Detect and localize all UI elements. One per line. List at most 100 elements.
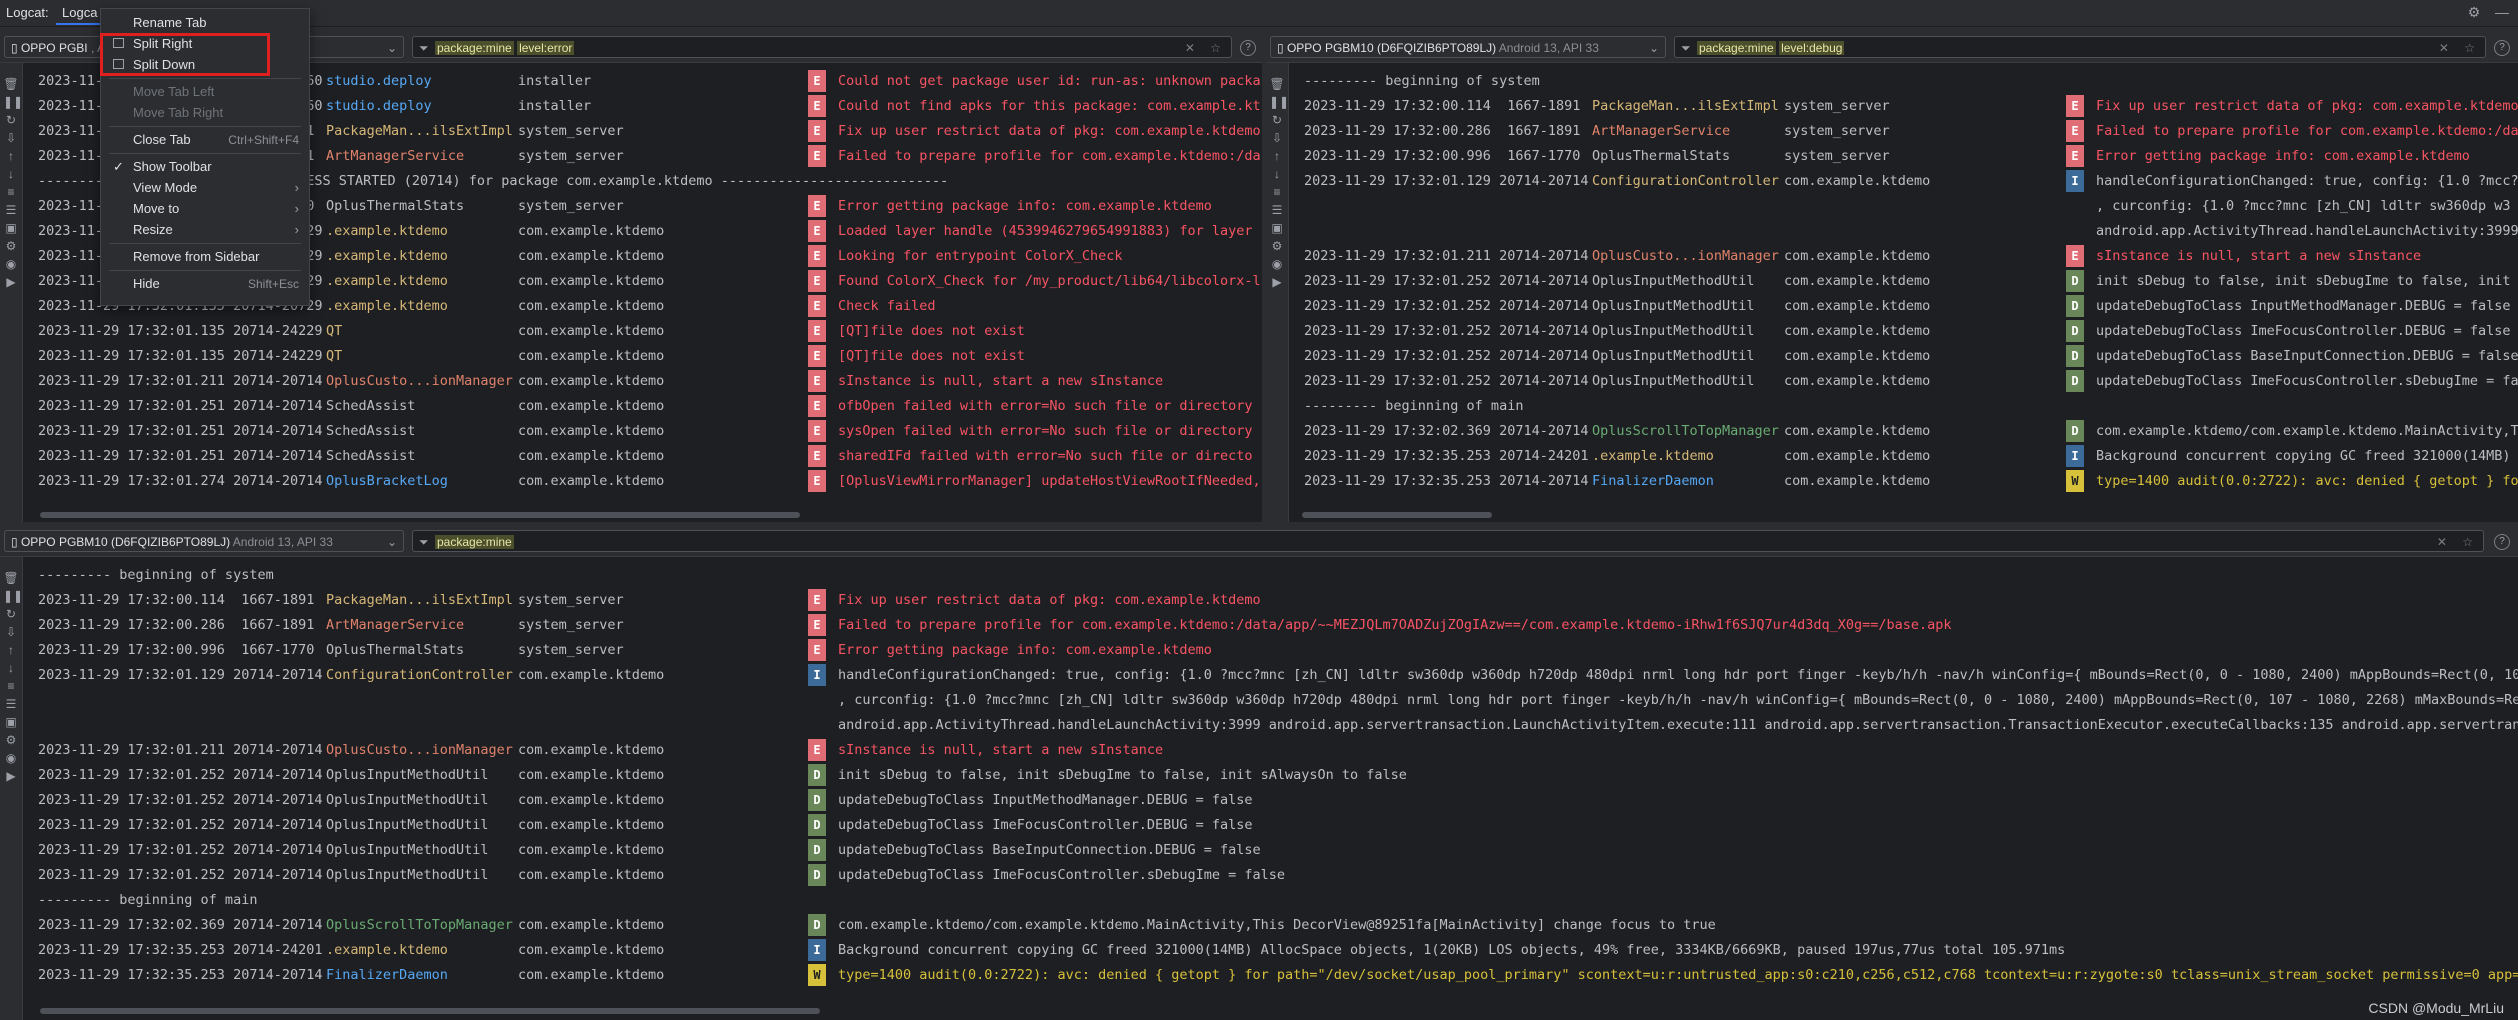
soft-wrap-icon[interactable]: ≡ — [3, 678, 19, 694]
filter-clear-star-icons[interactable]: ✕ ☆ — [2439, 37, 2481, 59]
log-row[interactable]: 2023-11-29 17:32:35.253 20714-20714 Final… — [22, 963, 2518, 988]
device-selector[interactable]: ▯ OPPO PGBM10 (D6FQIZIB6PTO89LJ) Android… — [4, 530, 404, 552]
filter-input[interactable]: ⏷ package:mine level:debug ✕ ☆ — [1674, 36, 2486, 58]
down-icon[interactable]: ↓ — [1269, 166, 1285, 182]
gear-icon[interactable]: ⚙ — [2466, 4, 2482, 20]
menu-item-resize[interactable]: Resize › — [101, 220, 309, 240]
log-list[interactable]: --------- beginning of system 2023-11-29 … — [1288, 63, 2518, 522]
menu-item-rename-tab[interactable]: Rename Tab — [101, 13, 309, 33]
split-icon[interactable]: ▣ — [3, 714, 19, 730]
menu-item-move-to[interactable]: Move to › — [101, 199, 309, 219]
format-icon[interactable]: ☰ — [1269, 202, 1285, 218]
log-row[interactable]: 2023-11-29 17:32:01.252 20714-20714 Oplus… — [22, 788, 2518, 813]
pause-icon[interactable]: ❚❚ — [1269, 94, 1289, 110]
log-list[interactable]: --------- beginning of system 2023-11-29 … — [22, 557, 2518, 1020]
log-row[interactable]: 2023-11-29 17:32:01.252 20714-20714 Oplus… — [1288, 294, 2518, 319]
split-icon[interactable]: ▣ — [3, 220, 19, 236]
down-icon[interactable]: ↓ — [3, 660, 19, 676]
log-row[interactable]: 2023-11-29 17:32:01.252 20714-20714 Oplus… — [22, 763, 2518, 788]
log-row[interactable]: 2023-11-29 17:32:01.135 20714-24229 QT com… — [22, 344, 1262, 369]
trash-icon[interactable]: 🗑 — [3, 76, 19, 92]
log-row[interactable]: 2023-11-29 17:32:01.252 20714-20714 Oplus… — [1288, 269, 2518, 294]
log-row[interactable]: 2023-11-29 17:32:01.129 20714-20714 Confi… — [1288, 169, 2518, 194]
filter-input[interactable]: ⏷ package:mine ✕ ☆ — [412, 530, 2484, 552]
logcat-tab[interactable]: Logca — [56, 2, 104, 25]
help-icon[interactable]: ? — [1240, 40, 1256, 56]
log-message: Error getting package info: com.example.… — [838, 642, 1212, 658]
log-tag: ArtManagerService — [1592, 123, 1731, 139]
device-selector[interactable]: ▯ OPPO PGBM10 (D6FQIZIB6PTO89LJ) Android… — [1270, 36, 1666, 58]
soft-wrap-icon[interactable]: ≡ — [1269, 184, 1285, 200]
log-row[interactable]: 2023-11-29 17:32:01.251 20714-20714 Sched… — [22, 419, 1262, 444]
menu-item-hide[interactable]: Hide Shift+Esc — [101, 274, 309, 294]
log-row[interactable]: 2023-11-29 17:32:01.274 20714-20714 Oplus… — [22, 469, 1262, 494]
settings-icon[interactable]: ⚙ — [1269, 238, 1285, 254]
log-row[interactable]: 2023-11-29 17:32:01.252 20714-20714 Oplus… — [1288, 319, 2518, 344]
log-row[interactable]: 2023-11-29 17:32:01.252 20714-20714 Oplus… — [1288, 369, 2518, 394]
log-row[interactable]: 2023-11-29 17:32:01.135 20714-24229 QT com… — [22, 319, 1262, 344]
menu-item-remove-from-sidebar[interactable]: Remove from Sidebar — [101, 247, 309, 267]
log-row[interactable]: 2023-11-29 17:32:35.253 20714-20714 Final… — [1288, 469, 2518, 494]
menu-item-view-mode[interactable]: View Mode › — [101, 178, 309, 198]
log-row[interactable]: 2023-11-29 17:32:01.251 20714-20714 Sched… — [22, 444, 1262, 469]
log-row[interactable]: 2023-11-29 17:32:01.252 20714-20714 Oplus… — [22, 838, 2518, 863]
up-icon[interactable]: ↑ — [3, 148, 19, 164]
filter-clear-star-icons[interactable]: ✕ ☆ — [2437, 531, 2479, 553]
record-icon[interactable]: ▶ — [3, 274, 19, 290]
restart-icon[interactable]: ↻ — [1269, 112, 1285, 128]
menu-item-close-tab[interactable]: Close Tab Ctrl+Shift+F4 — [101, 130, 309, 150]
menu-item-show-toolbar[interactable]: ✓ Show Toolbar — [101, 157, 309, 177]
log-row[interactable]: 2023-11-29 17:32:01.251 20714-20714 Sched… — [22, 394, 1262, 419]
split-icon[interactable]: ▣ — [1269, 220, 1285, 236]
log-row[interactable]: 2023-11-29 17:32:01.252 20714-20714 Oplus… — [22, 813, 2518, 838]
settings-icon[interactable]: ⚙ — [3, 238, 19, 254]
log-row[interactable]: 2023-11-29 17:32:01.252 20714-20714 Oplus… — [22, 863, 2518, 888]
help-icon[interactable]: ? — [2494, 534, 2510, 550]
log-row[interactable]: 2023-11-29 17:32:00.114 1667-1891 Package… — [1288, 94, 2518, 119]
log-message: Error getting package info: com.example.… — [2096, 148, 2470, 164]
trash-icon[interactable]: 🗑 — [3, 570, 19, 586]
log-timestamp: 2023-11-29 17:32:02.369 20714-20714 — [38, 917, 323, 933]
settings-icon[interactable]: ⚙ — [3, 732, 19, 748]
log-row[interactable]: 2023-11-29 17:32:00.286 1667-1891 ArtMana… — [1288, 119, 2518, 144]
log-row[interactable]: 2023-11-29 17:32:35.253 20714-24201 .exam… — [22, 938, 2518, 963]
format-icon[interactable]: ☰ — [3, 696, 19, 712]
up-icon[interactable]: ↑ — [3, 642, 19, 658]
log-row[interactable]: 2023-11-29 17:32:35.253 20714-24201 .exam… — [1288, 444, 2518, 469]
record-icon[interactable]: ▶ — [3, 768, 19, 784]
record-icon[interactable]: ▶ — [1269, 274, 1285, 290]
scroll-to-end-icon[interactable]: ⇩ — [3, 130, 19, 146]
help-icon[interactable]: ? — [2494, 40, 2510, 56]
up-icon[interactable]: ↑ — [1269, 148, 1285, 164]
horizontal-scrollbar[interactable] — [1302, 512, 1492, 518]
pause-icon[interactable]: ❚❚ — [3, 94, 23, 110]
trash-icon[interactable]: 🗑 — [1269, 76, 1285, 92]
soft-wrap-icon[interactable]: ≡ — [3, 184, 19, 200]
log-row[interactable]: 2023-11-29 17:32:00.996 1667-1770 OplusTh… — [22, 638, 2518, 663]
scroll-to-end-icon[interactable]: ⇩ — [1269, 130, 1285, 146]
filter-clear-star-icons[interactable]: ✕ ☆ — [1185, 37, 1227, 59]
scroll-to-end-icon[interactable]: ⇩ — [3, 624, 19, 640]
down-icon[interactable]: ↓ — [3, 166, 19, 182]
log-row[interactable]: 2023-11-29 17:32:01.252 20714-20714 Oplus… — [1288, 344, 2518, 369]
horizontal-scrollbar[interactable] — [40, 1008, 820, 1014]
log-row[interactable]: 2023-11-29 17:32:01.211 20714-20714 Oplus… — [22, 369, 1262, 394]
format-icon[interactable]: ☰ — [3, 202, 19, 218]
screenshot-icon[interactable]: ◉ — [3, 256, 19, 272]
restart-icon[interactable]: ↻ — [3, 112, 19, 128]
restart-icon[interactable]: ↻ — [3, 606, 19, 622]
pause-icon[interactable]: ❚❚ — [3, 588, 23, 604]
log-row[interactable]: 2023-11-29 17:32:02.369 20714-20714 Oplus… — [22, 913, 2518, 938]
log-row[interactable]: 2023-11-29 17:32:01.211 20714-20714 Oplus… — [1288, 244, 2518, 269]
log-row[interactable]: 2023-11-29 17:32:00.996 1667-1770 OplusTh… — [1288, 144, 2518, 169]
log-row[interactable]: 2023-11-29 17:32:00.114 1667-1891 Package… — [22, 588, 2518, 613]
log-row[interactable]: 2023-11-29 17:32:02.369 20714-20714 Oplus… — [1288, 419, 2518, 444]
screenshot-icon[interactable]: ◉ — [1269, 256, 1285, 272]
screenshot-icon[interactable]: ◉ — [3, 750, 19, 766]
minimize-icon[interactable]: — — [2494, 4, 2510, 20]
horizontal-scrollbar[interactable] — [40, 512, 800, 518]
log-row[interactable]: 2023-11-29 17:32:01.211 20714-20714 Oplus… — [22, 738, 2518, 763]
log-row[interactable]: 2023-11-29 17:32:01.129 20714-20714 Confi… — [22, 663, 2518, 688]
filter-input[interactable]: ⏷ package:mine level:error ✕ ☆ — [412, 36, 1232, 58]
log-row[interactable]: 2023-11-29 17:32:00.286 1667-1891 ArtMana… — [22, 613, 2518, 638]
